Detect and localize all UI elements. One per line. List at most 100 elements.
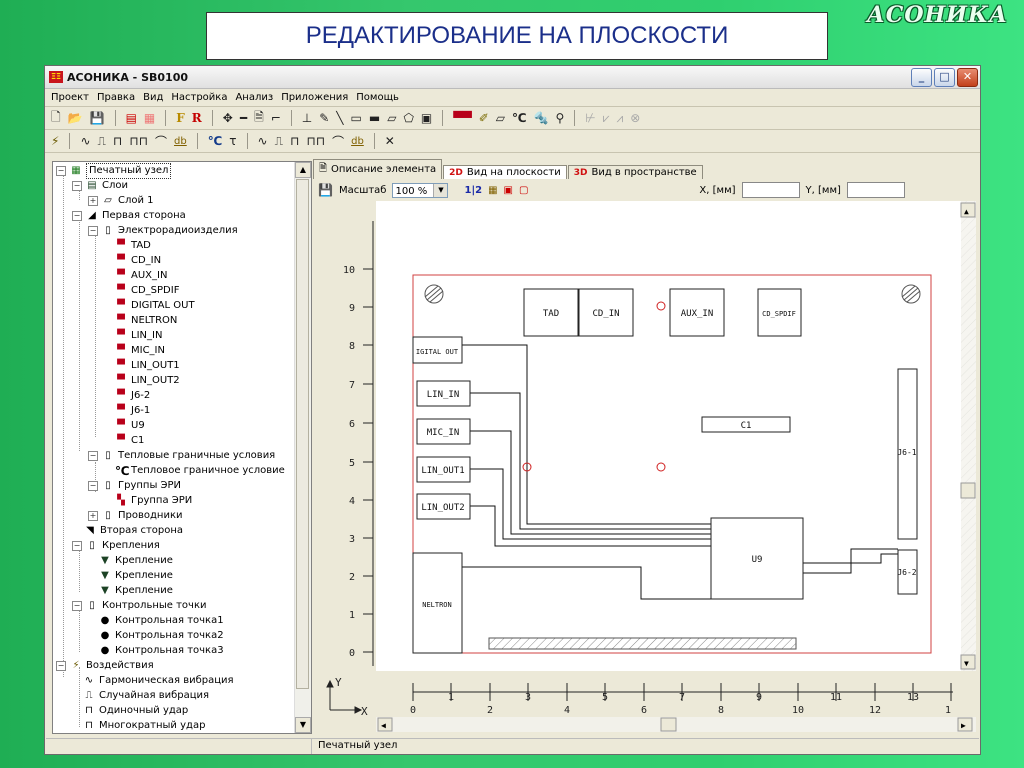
corner-icon[interactable]: ⌐ [271,111,281,125]
tab-3d-view[interactable]: 3D Вид в пространстве [567,165,703,179]
single2-icon[interactable]: ⊓ [290,134,299,148]
tree-root-node[interactable]: − ▦ Печатный узел [56,163,172,179]
frame-red2-icon[interactable]: ▢ [519,185,528,196]
component-j6-2[interactable]: J6-2 [897,549,918,595]
scroll-up-icon[interactable]: ▲ [295,162,311,178]
angle-icon[interactable]: ⊥ [302,111,312,125]
r-button-icon[interactable]: R [192,111,202,125]
tree-component[interactable]: ▀ LIN_OUT1 [115,359,180,373]
board-canvas[interactable]: 10 9 8 7 6 5 4 3 2 1 0 TAD CD_IN AUX_IN … [313,201,976,732]
tree-component[interactable]: ▀ LIN_IN [115,329,162,343]
slope2-icon[interactable]: ⌒ [332,133,344,150]
maximize-button[interactable]: □ [934,67,955,87]
component-mic-in[interactable]: MIC_IN [416,418,471,445]
brush-icon[interactable]: ✐ [479,111,489,125]
parallelogram-icon[interactable]: ▱ [387,111,396,125]
y-coord-field[interactable] [846,182,905,198]
tree-action-item[interactable]: ∿ Гармоническая вибрация [83,674,234,688]
tree-mount-item[interactable]: ▼ Крепление [99,569,173,583]
multi2-icon[interactable]: ⊓⊓ [306,134,325,148]
tree-component[interactable]: ▀ CD_IN [115,254,161,268]
slope-icon[interactable]: ⌒ [155,133,167,150]
move-icon[interactable]: ✥ [223,111,233,125]
tree-action-item[interactable]: ⊓ Одиночный удар [83,704,188,718]
component-neltron[interactable]: NELTRON [412,552,463,654]
page-icon[interactable]: 🗎 [254,108,264,129]
minimize-button[interactable]: _ [911,67,932,87]
tree-side2-node[interactable]: ◥ Вторая сторона [72,524,183,538]
component-u9[interactable]: U9 [710,517,804,600]
polygon-icon[interactable]: ⬠ [403,111,413,125]
tree-actions-node[interactable]: − ⚡ Воздействия [56,659,154,673]
component-lin-out1[interactable]: LIN_OUT1 [416,456,471,483]
scroll-down-icon[interactable]: ▼ [295,717,311,733]
tree-layer1-node[interactable]: + ▱ Слой 1 [88,194,154,208]
component-digital-out[interactable]: IGITAL OUT [412,336,463,364]
celsius-action-icon[interactable]: ℃ [208,134,223,148]
random-vib-icon[interactable]: ⎍ [98,134,106,149]
menu-help[interactable]: Помощь [356,92,399,103]
small-rect-icon[interactable]: ▬ [369,111,380,125]
tau-icon[interactable]: τ [229,134,236,148]
menu-analysis[interactable]: Анализ [235,92,273,103]
tree-mount-item[interactable]: ▼ Крепление [99,554,173,568]
multi-shock-icon[interactable]: ⊓⊓ [129,134,148,148]
sine-icon[interactable]: ∿ [80,134,90,148]
tree-scrollbar[interactable]: ▲ ▼ [294,162,311,733]
eraser-icon[interactable]: ▱ [496,111,505,125]
component-lin-out2[interactable]: LIN_OUT2 [416,493,471,520]
tree-cp-item[interactable]: ● Контрольная точка1 [99,614,224,628]
tree-component[interactable]: ▀ LIN_OUT2 [115,374,180,388]
component-cd-in[interactable]: CD_IN [578,288,634,337]
pen-icon[interactable]: ✎ [319,111,329,125]
frame-red-icon[interactable]: ▣ [504,185,513,196]
component-j6-1[interactable]: J6-1 [897,368,918,540]
tree-component[interactable]: ▀ C1 [115,434,144,448]
component-filter-icon[interactable]: ▦ [488,185,497,196]
celsius-icon[interactable]: ℃ [512,111,527,125]
tree-action-item[interactable]: ⊓ Многократный удар [83,719,205,733]
tree-component[interactable]: ▀ J6-2 [115,389,150,403]
keepout-zone[interactable] [488,637,797,650]
menu-project[interactable]: Проект [51,92,89,103]
db-icon[interactable]: db [174,136,187,147]
db2-icon[interactable]: db [351,136,364,147]
tab-2d-view[interactable]: 2D Вид на плоскости [443,165,567,179]
component-tad[interactable]: TAD [523,288,579,337]
tree-cp-item[interactable]: ● Контрольная точка2 [99,629,224,643]
tree-layers-node[interactable]: − ▤ Слои [72,179,128,193]
component-lin-in[interactable]: LIN_IN [416,380,471,407]
tree-component[interactable]: ▀ TAD [115,239,151,253]
tree-component[interactable]: ▀ AUX_IN [115,269,167,283]
mount-icon[interactable]: 🔩 [534,111,549,125]
component-aux-in[interactable]: AUX_IN [669,288,725,337]
tree-mount-item[interactable]: ▼ Крепление [99,584,173,598]
tree-mounts-node[interactable]: − ▯ Крепления [72,539,160,553]
menu-edit[interactable]: Правка [97,92,135,103]
save-icon[interactable]: 💾 [90,111,105,125]
tree-component[interactable]: ▀ CD_SPDIF [115,284,179,298]
canvas-vscrollbar[interactable]: ▲ ▼ [960,201,976,671]
chip-icon[interactable]: ▣ [421,111,432,125]
scroll-thumb[interactable] [296,179,309,689]
tree-control-points-node[interactable]: − ▯ Контрольные точки [72,599,207,613]
component-icon[interactable]: ▀▀ [453,111,471,125]
tree-thermal-item[interactable]: ℃ Тепловое граничное условие [115,464,285,478]
random2-icon[interactable]: ⎍ [275,134,283,149]
tree-component[interactable]: ▀ U9 [115,419,145,433]
layer-toggle-button[interactable]: 1|2 [464,185,482,196]
tree-component[interactable]: ▀ DIGITAL OUT [115,299,194,313]
delete-icon[interactable]: ✕ [385,134,395,148]
canvas-hscrollbar[interactable]: ◀ ▶ [376,717,976,732]
component-c1[interactable]: C1 [701,416,791,433]
grid-pink-icon[interactable]: ▦ [144,111,155,125]
open-folder-icon[interactable]: 📂 [68,111,83,125]
tree-cp-item[interactable]: ● Контрольная точка3 [99,644,224,658]
new-file-icon[interactable]: 🗋 [51,108,61,129]
mounting-hole[interactable] [901,284,921,304]
tree-wires-node[interactable]: + ▯ Проводники [88,509,183,523]
probe-icon[interactable]: ⚲ [555,111,564,125]
line-icon[interactable]: ╲ [336,111,343,125]
mounting-hole[interactable] [424,284,444,304]
tree-eri-groups-node[interactable]: − ▯ Группы ЭРИ [88,479,181,493]
